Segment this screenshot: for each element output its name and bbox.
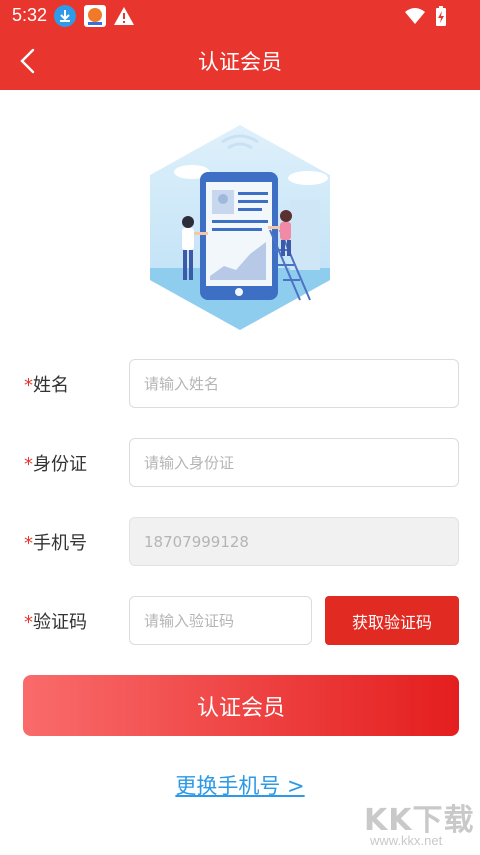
- name-input[interactable]: [129, 359, 459, 408]
- get-verify-code-button[interactable]: 获取验证码: [325, 596, 459, 645]
- verify-code-label: *验证码: [24, 612, 87, 633]
- required-mark: *: [24, 612, 33, 633]
- page-title: 认证会员: [198, 50, 282, 74]
- download-icon: [54, 5, 76, 27]
- warning-icon: [113, 5, 135, 27]
- id-card-input[interactable]: [129, 438, 459, 487]
- name-label: *姓名: [24, 375, 69, 396]
- required-mark: *: [24, 454, 33, 475]
- watermark-logo: KK下载 www.kkx.net: [356, 795, 476, 853]
- submit-verify-button[interactable]: 认证会员: [23, 675, 459, 736]
- status-time: 5:32: [12, 5, 48, 25]
- required-mark: *: [24, 533, 33, 554]
- app-bar: 认证会员: [0, 32, 480, 90]
- wifi-icon: [404, 5, 426, 27]
- status-bar: 5:32: [0, 0, 480, 32]
- verification-illustration: [140, 120, 340, 335]
- verify-code-input[interactable]: [129, 596, 312, 645]
- watermark-url: www.kkx.net: [370, 833, 443, 848]
- phone-label: *手机号: [24, 533, 87, 554]
- id-card-label: *身份证: [24, 454, 87, 475]
- required-mark: *: [24, 375, 33, 396]
- phone-input: [129, 517, 459, 566]
- app-notification-icon: [84, 5, 106, 27]
- battery-icon: [430, 5, 452, 27]
